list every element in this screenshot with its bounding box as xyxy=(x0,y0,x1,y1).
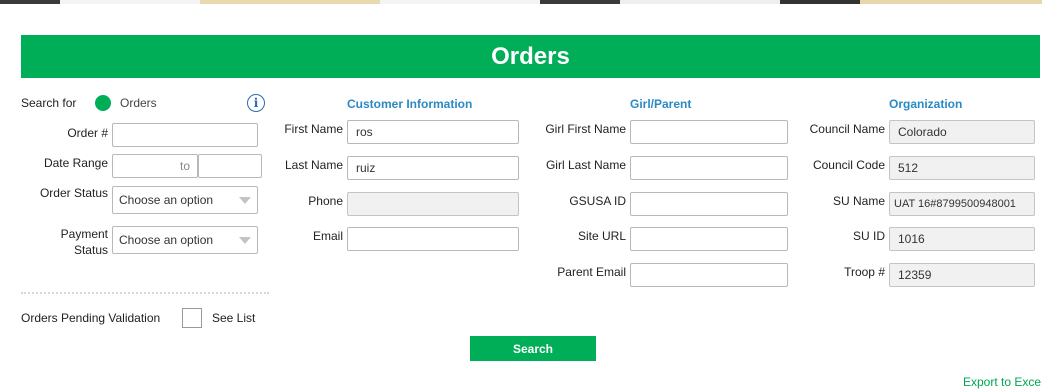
email-input[interactable] xyxy=(347,227,519,251)
council-code-input[interactable] xyxy=(889,156,1035,180)
girl-first-name-input[interactable] xyxy=(630,120,788,144)
last-name-label: Last Name xyxy=(284,158,343,172)
first-name-label: First Name xyxy=(284,122,343,136)
divider xyxy=(21,292,269,294)
order-status-value: Choose an option xyxy=(119,193,214,207)
first-name-input[interactable] xyxy=(347,120,519,144)
troop-input[interactable] xyxy=(889,263,1035,287)
payment-status-label: Payment Status xyxy=(60,227,108,257)
council-code-label: Council Code xyxy=(812,158,885,172)
chevron-down-icon xyxy=(239,196,251,204)
su-name-label: SU Name xyxy=(832,194,885,208)
email-label: Email xyxy=(312,229,343,243)
last-name-input[interactable] xyxy=(347,156,519,180)
parent-email-label: Parent Email xyxy=(557,265,626,279)
date-range-separator: to xyxy=(180,159,191,173)
info-icon[interactable]: i xyxy=(247,94,265,112)
site-url-label: Site URL xyxy=(577,229,626,243)
su-id-label: SU ID xyxy=(852,229,885,243)
girl-last-name-input[interactable] xyxy=(630,156,788,180)
orders-radio[interactable] xyxy=(95,95,111,111)
su-name-input[interactable] xyxy=(889,192,1035,216)
customer-info-heading: Customer Information xyxy=(347,97,473,111)
order-status-select[interactable]: Choose an option xyxy=(112,186,258,214)
order-number-input[interactable] xyxy=(112,123,258,147)
order-status-label: Order Status xyxy=(39,186,108,200)
top-decor-strip xyxy=(0,0,1042,4)
girl-parent-heading: Girl/Parent xyxy=(630,97,692,111)
orders-pending-label: Orders Pending Validation xyxy=(21,311,161,325)
council-name-input[interactable] xyxy=(889,120,1035,144)
search-button[interactable]: Search xyxy=(470,336,596,361)
su-id-input[interactable] xyxy=(889,227,1035,251)
export-to-excel-link[interactable]: Export to Exce xyxy=(963,375,1041,389)
payment-status-value: Choose an option xyxy=(119,233,214,247)
gsusa-id-label: GSUSA ID xyxy=(569,194,626,208)
page-title: Orders xyxy=(21,35,1040,78)
parent-email-input[interactable] xyxy=(630,263,788,287)
site-url-input[interactable] xyxy=(630,227,788,251)
payment-status-select[interactable]: Choose an option xyxy=(112,226,258,254)
orders-pending-checkbox[interactable] xyxy=(182,308,202,328)
girl-last-name-label: Girl Last Name xyxy=(545,158,626,172)
see-list-label: See List xyxy=(212,311,256,325)
chevron-down-icon xyxy=(239,236,251,244)
organization-heading: Organization xyxy=(889,97,963,111)
date-to-input[interactable] xyxy=(198,154,262,178)
phone-input[interactable] xyxy=(347,192,519,216)
girl-first-name-label: Girl First Name xyxy=(545,122,626,136)
order-number-label: Order # xyxy=(67,126,108,140)
gsusa-id-input[interactable] xyxy=(630,192,788,216)
troop-label: Troop # xyxy=(844,265,885,279)
search-for-label: Search for xyxy=(21,96,77,110)
council-name-label: Council Name xyxy=(809,122,885,136)
orders-radio-label: Orders xyxy=(120,96,157,110)
date-range-label: Date Range xyxy=(43,156,108,170)
phone-label: Phone xyxy=(308,194,343,208)
